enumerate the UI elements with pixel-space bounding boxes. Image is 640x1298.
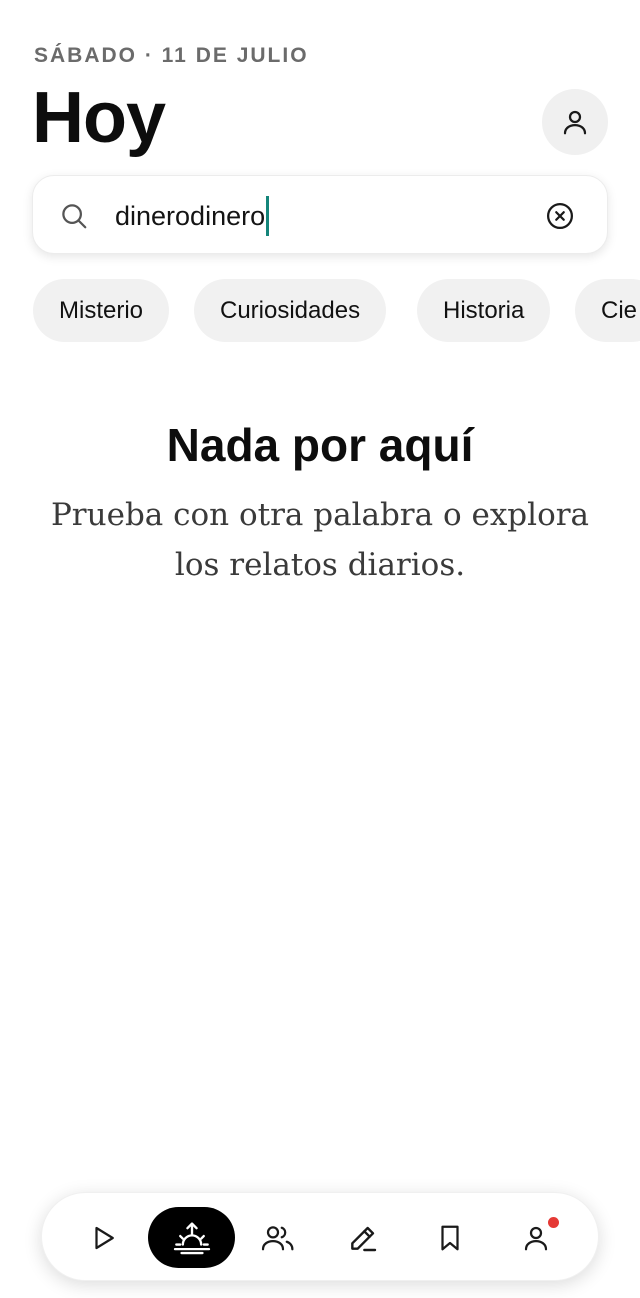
user-icon: [563, 110, 587, 135]
tab-profile[interactable]: [512, 1207, 560, 1268]
page-title: Hoy: [32, 78, 166, 158]
category-chips: Misterio Curiosidades Historia Cie: [0, 279, 640, 343]
search-input-value: dinerodinero: [115, 201, 266, 231]
profile-button[interactable]: [542, 89, 608, 155]
clear-search-icon[interactable]: [545, 201, 575, 231]
tab-today[interactable]: [148, 1207, 235, 1268]
people-icon: [261, 1225, 294, 1250]
chip-misterio[interactable]: Misterio: [33, 279, 170, 342]
play-icon: [95, 1226, 114, 1249]
search-input[interactable]: dinerodinero: [115, 196, 270, 236]
tab-community[interactable]: [254, 1207, 302, 1268]
tab-saved[interactable]: [426, 1207, 474, 1268]
chip-curiosidades[interactable]: Curiosidades: [194, 279, 387, 342]
tab-write[interactable]: [339, 1207, 387, 1268]
date-label: SÁBADO · 11 DE JULIO: [34, 44, 309, 67]
sunrise-icon: [173, 1221, 210, 1254]
empty-state-title: Nada por aquí: [166, 419, 474, 471]
search-icon: [62, 204, 87, 229]
search-field[interactable]: dinerodinero: [32, 175, 608, 254]
pencil-icon: [351, 1226, 377, 1251]
text-caret: [266, 196, 270, 236]
chip-ciencia[interactable]: Cie: [575, 279, 640, 342]
empty-state-description: Prueba con otra palabra o explora los re…: [50, 497, 590, 583]
notification-dot: [548, 1217, 559, 1228]
bottom-tab-bar: [41, 1192, 599, 1281]
profile-icon: [524, 1226, 548, 1250]
bookmark-icon: [441, 1225, 459, 1250]
chip-historia[interactable]: Historia: [417, 279, 551, 342]
tab-play[interactable]: [80, 1207, 128, 1268]
